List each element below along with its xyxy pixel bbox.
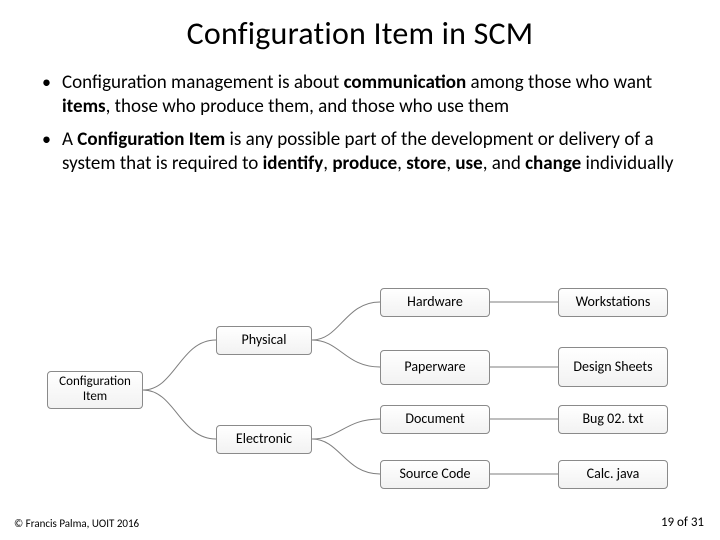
- slide-title: Configuration Item in SCM: [0, 0, 720, 53]
- bold-identify: identify: [263, 152, 324, 175]
- node-hardware: Hardware: [380, 288, 490, 317]
- bullet-2: A Configuration Item is any possible par…: [40, 128, 684, 177]
- node-bug-file: Bug 02. txt: [558, 405, 668, 434]
- node-calc-file: Calc. java: [558, 460, 668, 489]
- node-electronic: Electronic: [216, 425, 312, 454]
- node-workstations: Workstations: [558, 288, 668, 317]
- bold-cfgitem: Configuration Item: [77, 128, 225, 151]
- footer-page-number: 19 of 31: [661, 515, 704, 530]
- bold-produce: produce: [332, 152, 397, 175]
- text: ,: [323, 152, 332, 175]
- text: individually: [581, 152, 673, 175]
- diagram: Configuration Item Physical Electronic H…: [0, 285, 720, 505]
- text: Configuration management is about: [62, 71, 344, 94]
- bold-items: items: [62, 95, 106, 118]
- node-source-code: Source Code: [380, 460, 490, 489]
- bold-use: use: [455, 152, 482, 175]
- slide: Configuration Item in SCM Configuration …: [0, 0, 720, 540]
- node-document: Document: [380, 405, 490, 434]
- text: among those who want: [466, 71, 652, 94]
- text: , those who produce them, and those who …: [106, 95, 509, 118]
- text: ,: [446, 152, 455, 175]
- text: , and: [483, 152, 525, 175]
- node-physical: Physical: [216, 326, 312, 355]
- node-configuration-item: Configuration Item: [47, 371, 143, 409]
- bold-change: change: [525, 152, 581, 175]
- bullet-1: Configuration management is about commun…: [40, 71, 684, 120]
- node-paperware: Paperware: [380, 350, 490, 385]
- text: A: [62, 128, 77, 151]
- node-design-sheets: Design Sheets: [558, 347, 668, 387]
- bold-store: store: [406, 152, 446, 175]
- bullet-list: Configuration management is about commun…: [0, 53, 720, 176]
- bold-communication: communication: [344, 71, 467, 94]
- text: ,: [397, 152, 406, 175]
- footer-copyright: © Francis Palma, UOIT 2016: [14, 517, 139, 530]
